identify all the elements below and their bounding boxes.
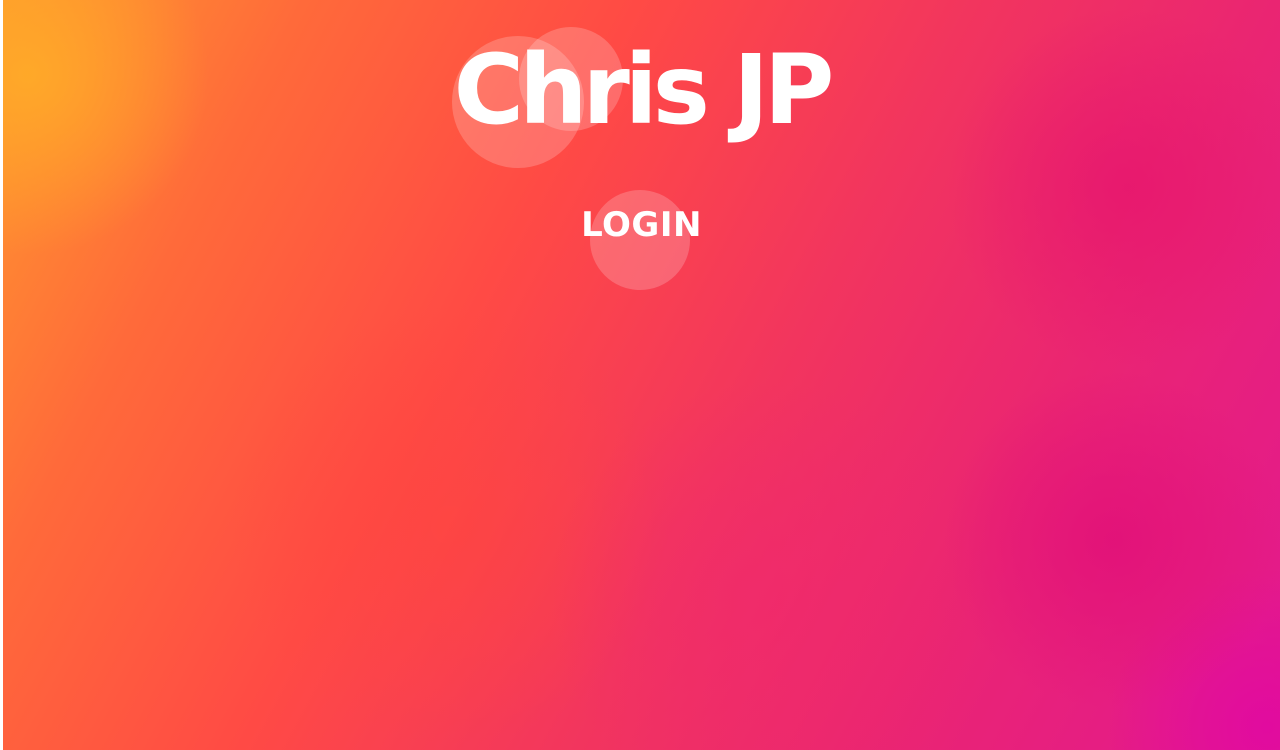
login-link[interactable]: LOGIN [3, 208, 1280, 242]
page-background: Chris JP LOGIN [3, 0, 1280, 750]
site-title: Chris JP [453, 34, 835, 146]
